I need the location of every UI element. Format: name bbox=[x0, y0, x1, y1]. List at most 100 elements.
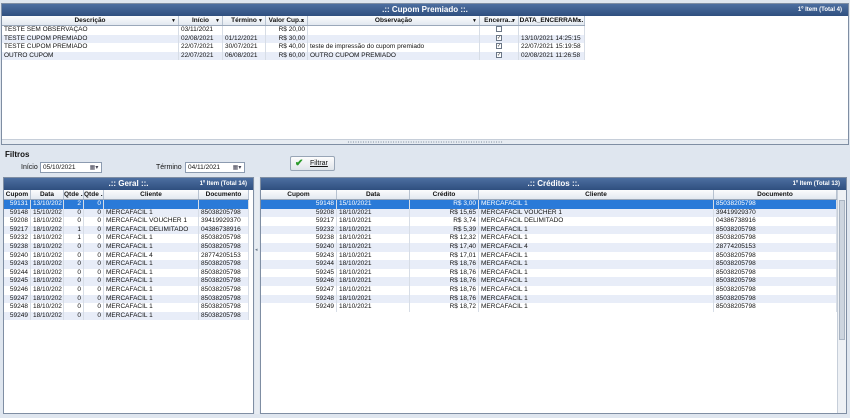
encerrado-checkbox[interactable]: ✓ bbox=[496, 52, 502, 59]
dropdown-arrow-icon[interactable]: ▼ bbox=[577, 16, 582, 25]
col-header-descricao[interactable]: Descrição ▼ bbox=[2, 16, 179, 25]
col-header-data[interactable]: Data bbox=[31, 190, 64, 199]
table-row[interactable]: 59240 18/10/202 0 0 MERCAFACIL 4 28774205153 bbox=[4, 251, 249, 261]
table-cell: 59247 bbox=[261, 285, 337, 295]
col-header-encerrado[interactable]: Encerra... ▼ bbox=[480, 16, 519, 25]
col-header-observacao[interactable]: Observação ▼ bbox=[308, 16, 480, 25]
table-cell: MERCAFACIL 1 bbox=[479, 294, 714, 304]
table-cell bbox=[308, 26, 480, 35]
table-row[interactable]: 59148 15/10/2021 R$ 3,00 MERCAFACIL 1 850382… bbox=[261, 200, 837, 209]
table-cell: 0 bbox=[84, 225, 104, 235]
col-header-cupom[interactable]: Cupom bbox=[4, 190, 31, 199]
table-cell: TESTE CUPOM PREMIADO bbox=[2, 43, 179, 52]
col-header-data-encerramento[interactable]: DATA_ENCERRAM... ▼ bbox=[519, 16, 585, 25]
table-cell: MERCAFACIL 1 bbox=[479, 268, 714, 278]
encerrado-checkbox[interactable]: ✓ bbox=[496, 43, 502, 50]
table-row[interactable]: 59243 18/10/202 0 0 MERCAFACIL 1 85038205798 bbox=[4, 260, 249, 269]
table-cell: 0 bbox=[64, 242, 84, 252]
dropdown-arrow-icon[interactable]: ▼ bbox=[215, 16, 220, 25]
dropdown-arrow-icon[interactable]: ▼ bbox=[511, 16, 516, 25]
calendar-dropdown-icon[interactable]: ▦▾ bbox=[231, 164, 243, 172]
table-row[interactable]: 59244 18/10/202 0 0 MERCAFACIL 1 85038205798 bbox=[4, 268, 249, 278]
table-row[interactable]: 59248 18/10/202 0 0 MERCAFACIL 1 85038205798 bbox=[4, 303, 249, 312]
table-cell: 22/07/2021 15:19:58 bbox=[519, 43, 585, 52]
table-row[interactable]: 59243 18/10/2021 R$ 17,01 MERCAFACIL 1 85038… bbox=[261, 251, 837, 261]
table-row[interactable]: TESTE CUPOM PREMIADO 02/08/2021 01/12/2021… bbox=[2, 34, 585, 44]
table-row[interactable]: 59148 15/10/202 0 0 MERCAFACIL 1 85038205798 bbox=[4, 208, 249, 218]
geral-grid-header: Cupom Data Qtde ... Qtde ... Cliente Doc… bbox=[4, 190, 249, 200]
col-header-credito[interactable]: Crédito bbox=[410, 190, 479, 199]
inicio-date-field[interactable]: 05/10/2021 ▦▾ bbox=[40, 162, 102, 173]
table-row[interactable]: TESTE CUPOM PREMIADO 22/07/2021 30/07/2021… bbox=[2, 43, 585, 52]
col-header-cliente[interactable]: Cliente bbox=[104, 190, 199, 199]
table-cell: 85038205798 bbox=[199, 242, 249, 252]
col-header-termino[interactable]: Término ▼ bbox=[223, 16, 266, 25]
table-row[interactable]: 59208 18/10/202 0 0 MERCAFACIL VOUCHER 1 3941… bbox=[4, 217, 249, 226]
termino-date-field[interactable]: 04/11/2021 ▦▾ bbox=[185, 162, 245, 173]
table-row[interactable]: OUTRO CUPOM 22/07/2021 06/08/2021 R$ 60,00 O… bbox=[2, 51, 585, 61]
table-cell: TESTE SEM OBSERVAÇÃO bbox=[2, 26, 179, 35]
table-row[interactable]: 59246 18/10/2021 R$ 18,76 MERCAFACIL 1 85038… bbox=[261, 277, 837, 286]
table-cell: 13/10/202 bbox=[31, 200, 64, 209]
cupom-premiado-titlebar: .:: Cupom Premiado ::. 1º Item (Total 4) bbox=[2, 4, 848, 16]
table-cell: R$ 12,32 bbox=[410, 234, 479, 243]
table-cell: 59208 bbox=[4, 217, 31, 226]
vertical-splitter[interactable]: ◂ bbox=[255, 177, 259, 414]
table-cell: MERCAFACIL VOUCHER 1 bbox=[104, 217, 199, 226]
collapse-arrow-icon[interactable]: ◂ bbox=[255, 247, 258, 253]
table-cell: R$ 18,76 bbox=[410, 260, 479, 269]
col-header-cliente[interactable]: Cliente bbox=[479, 190, 714, 199]
table-row[interactable]: 59232 18/10/202 1 0 MERCAFACIL 1 85038205798 bbox=[4, 234, 249, 243]
dropdown-arrow-icon[interactable]: ▼ bbox=[258, 16, 263, 25]
table-row[interactable]: 59238 18/10/202 0 0 MERCAFACIL 1 85038205798 bbox=[4, 242, 249, 252]
col-header-data[interactable]: Data bbox=[337, 190, 410, 199]
table-cell: 01/12/2021 bbox=[223, 34, 266, 44]
col-header-inicio[interactable]: Início ▼ bbox=[179, 16, 223, 25]
table-row[interactable]: 59246 18/10/202 0 0 MERCAFACIL 1 85038205798 bbox=[4, 285, 249, 295]
col-header-documento[interactable]: Documento bbox=[199, 190, 249, 199]
col-header-documento[interactable]: Documento bbox=[714, 190, 837, 199]
table-row[interactable]: 59131 13/10/202 2 0 bbox=[4, 200, 249, 209]
table-row[interactable]: 59245 18/10/202 0 0 MERCAFACIL 1 85038205798 bbox=[4, 277, 249, 286]
creditos-scrollbar[interactable] bbox=[837, 190, 846, 413]
table-cell: 18/10/202 bbox=[31, 260, 64, 269]
encerrado-checkbox[interactable] bbox=[496, 26, 502, 33]
table-row[interactable]: 59247 18/10/202 0 0 MERCAFACIL 1 85038205798 bbox=[4, 294, 249, 304]
dropdown-arrow-icon[interactable]: ▼ bbox=[171, 16, 176, 25]
dropdown-arrow-icon[interactable]: ▼ bbox=[472, 16, 477, 25]
table-row[interactable]: 59238 18/10/2021 R$ 12,32 MERCAFACIL 1 85038… bbox=[261, 234, 837, 243]
col-header-qtde[interactable]: Qtde ... bbox=[84, 190, 104, 199]
inicio-label: Início bbox=[21, 164, 38, 171]
col-header-label: DATA_ENCERRAM... bbox=[519, 17, 584, 24]
col-header-qtde[interactable]: Qtde ... bbox=[64, 190, 84, 199]
table-cell: 59245 bbox=[261, 268, 337, 278]
table-row[interactable]: TESTE SEM OBSERVAÇÃO 03/11/2021 R$ 20,00 bbox=[2, 26, 585, 35]
encerrado-checkbox[interactable]: ✓ bbox=[496, 34, 502, 41]
table-row[interactable]: 59217 18/10/202 1 0 MERCAFACIL DELIMITADO 043… bbox=[4, 225, 249, 235]
table-cell bbox=[223, 26, 266, 35]
table-row[interactable]: 59217 18/10/2021 R$ 3,74 MERCAFACIL DELIMIT… bbox=[261, 217, 837, 226]
filtrar-button[interactable]: ✔ Filtrar bbox=[290, 156, 335, 171]
table-cell bbox=[308, 34, 480, 44]
table-row[interactable]: 59208 18/10/2021 R$ 15,65 MERCAFACIL VOUCHE… bbox=[261, 208, 837, 218]
table-row[interactable]: 59249 18/10/202 0 0 MERCAFACIL 1 85038205798 bbox=[4, 311, 249, 321]
table-row[interactable]: 59240 18/10/2021 R$ 17,40 MERCAFACIL 4 28774… bbox=[261, 242, 837, 252]
table-cell bbox=[519, 26, 585, 35]
table-row[interactable]: 59249 18/10/2021 R$ 18,72 MERCAFACIL 1 85038… bbox=[261, 303, 837, 312]
table-cell: 0 bbox=[64, 294, 84, 304]
table-cell: 0 bbox=[64, 285, 84, 295]
table-row[interactable]: 59232 18/10/2021 R$ 5,39 MERCAFACIL 1 850382… bbox=[261, 225, 837, 235]
table-row[interactable]: 59247 18/10/2021 R$ 18,76 MERCAFACIL 1 85038… bbox=[261, 285, 837, 295]
splitter-handle[interactable]: • • • • • • • • • • • • • • • • • • • • … bbox=[2, 139, 848, 144]
col-header-valor[interactable]: Valor Cup... ▼ bbox=[266, 16, 308, 25]
col-header-cupom[interactable]: Cupom bbox=[261, 190, 337, 199]
table-cell: R$ 18,76 bbox=[410, 268, 479, 278]
scrollbar-thumb[interactable] bbox=[839, 200, 845, 340]
table-row[interactable]: 59248 18/10/2021 R$ 18,76 MERCAFACIL 1 85038… bbox=[261, 294, 837, 304]
calendar-dropdown-icon[interactable]: ▦▾ bbox=[88, 164, 100, 172]
table-row[interactable]: 59244 18/10/2021 R$ 18,76 MERCAFACIL 1 85038… bbox=[261, 260, 837, 269]
termino-label: Término bbox=[156, 164, 182, 171]
table-cell: 1 bbox=[64, 225, 84, 235]
dropdown-arrow-icon[interactable]: ▼ bbox=[300, 16, 305, 25]
table-row[interactable]: 59245 18/10/2021 R$ 18,76 MERCAFACIL 1 85038… bbox=[261, 268, 837, 278]
